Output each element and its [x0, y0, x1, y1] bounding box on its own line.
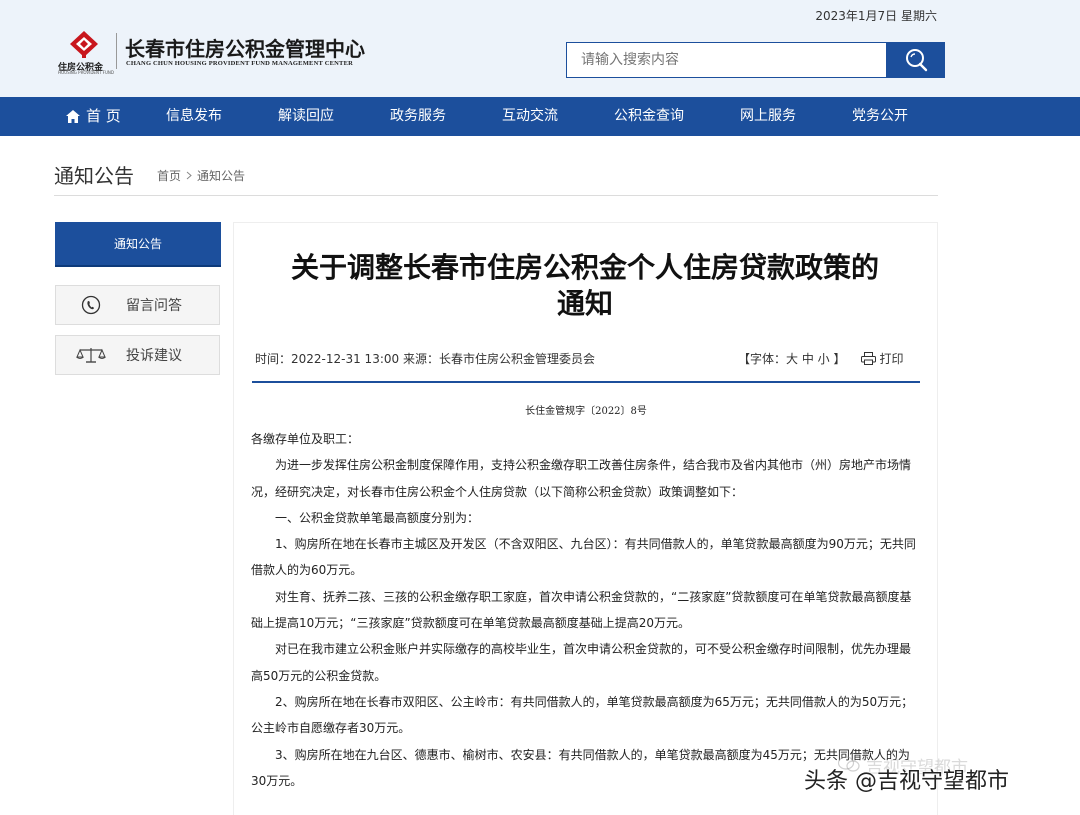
article-meta: 时间：2022-12-31 13:00 来源：长春市住房公积金管理委员会 — [255, 352, 595, 366]
title-divider — [54, 195, 938, 196]
nav-item-gov-service[interactable]: 政务服务 — [390, 97, 446, 136]
logo-tiny-text: HOUSING PROVIDENT FUND — [58, 70, 114, 75]
nav-item-home[interactable]: 首 页 — [66, 97, 121, 136]
breadcrumb-home[interactable]: 首页 — [157, 167, 181, 184]
nav-item-party-affairs[interactable]: 党务公开 — [852, 97, 908, 136]
paragraph: 对已在我市建立公积金账户并实际缴存的高校毕业生，首次申请公积金贷款的，可不受公积… — [251, 642, 912, 683]
article-title-line: 通知 — [556, 287, 613, 320]
scales-icon — [76, 348, 106, 363]
article-tools: 【字体：大 中 小 】 打印 — [738, 350, 903, 367]
chevron-right-icon — [186, 171, 192, 180]
document-number: 长住金管规字〔2022〕8号 — [525, 406, 647, 417]
home-icon — [66, 110, 80, 123]
watermark-text: 头条 @吉视守望都市 — [804, 769, 1009, 794]
phone-icon — [81, 295, 101, 315]
sidebar-item-notices[interactable]: 通知公告 — [55, 222, 221, 267]
sidebar-item-qa[interactable]: 留言问答 — [55, 285, 220, 325]
site-name[interactable]: 长春市住房公积金管理中心 — [125, 33, 365, 62]
nav-item-info[interactable]: 信息发布 — [166, 97, 222, 136]
search-input[interactable] — [566, 42, 886, 78]
sidebar-item-label: 投诉建议 — [126, 348, 182, 364]
print-button[interactable]: 打印 — [861, 350, 903, 367]
printer-icon — [861, 352, 877, 365]
paragraph: 为进一步发挥住房公积金制度保障作用，支持公积金缴存职工改善住房条件，结合我市及省… — [251, 458, 912, 499]
meta-divider — [252, 381, 920, 383]
site-header: 2023年1月7日 星期六 住房公积金 HOUSING PROVIDENT FU… — [0, 0, 1080, 97]
logo-divider — [116, 33, 117, 69]
article-body: 各缴存单位及职工： 为进一步发挥住房公积金制度保障作用，支持公积金缴存职工改善住… — [251, 426, 921, 794]
site-name-english: CHANG CHUN HOUSING PROVIDENT FUND MANAGE… — [126, 60, 354, 67]
search-button[interactable] — [886, 42, 945, 78]
breadcrumb-current[interactable]: 通知公告 — [197, 167, 245, 184]
paragraph: 1、购房所在地在长春市主城区及开发区（不含双阳区、九台区）：有共同借款人的，单笔… — [251, 537, 916, 578]
nav-home-label: 首 页 — [86, 107, 121, 125]
font-size-control[interactable]: 【字体：大 中 小 】 — [738, 350, 845, 367]
nav-item-interaction[interactable]: 互动交流 — [502, 97, 558, 136]
current-date: 2023年1月7日 星期六 — [815, 9, 937, 23]
paragraph: 对生育、抚养二孩、三孩的公积金缴存职工家庭，首次申请公积金贷款的，“二孩家庭”贷… — [251, 589, 912, 631]
article-title: 关于调整长春市住房公积金个人住房贷款政策的 通知 — [240, 250, 930, 322]
breadcrumb: 首页 通知公告 — [157, 167, 245, 184]
search-icon — [905, 49, 927, 72]
article-title-line: 关于调整长春市住房公积金个人住房贷款政策的 — [290, 251, 879, 284]
nav-item-interpretation[interactable]: 解读回应 — [278, 97, 334, 136]
paragraph: 一、公积金贷款单笔最高额度分别为： — [275, 510, 480, 525]
print-label: 打印 — [879, 352, 904, 366]
nav-item-online-service[interactable]: 网上服务 — [740, 97, 796, 136]
sidebar-item-label: 留言问答 — [126, 298, 182, 314]
main-nav: 首 页 信息发布 解读回应 政务服务 互动交流 公积金查询 网上服务 党务公开 — [0, 97, 1080, 136]
paragraph: 各缴存单位及职工： — [251, 432, 360, 446]
nav-item-fund-query[interactable]: 公积金查询 — [614, 97, 684, 136]
sidebar-item-complaint[interactable]: 投诉建议 — [55, 335, 220, 375]
page-title: 通知公告 — [54, 164, 134, 188]
paragraph: 2、购房所在地在长春市双阳区、公主岭市：有共同借款人的，单笔贷款最高额度为65万… — [251, 694, 914, 736]
logo-icon — [70, 31, 98, 58]
